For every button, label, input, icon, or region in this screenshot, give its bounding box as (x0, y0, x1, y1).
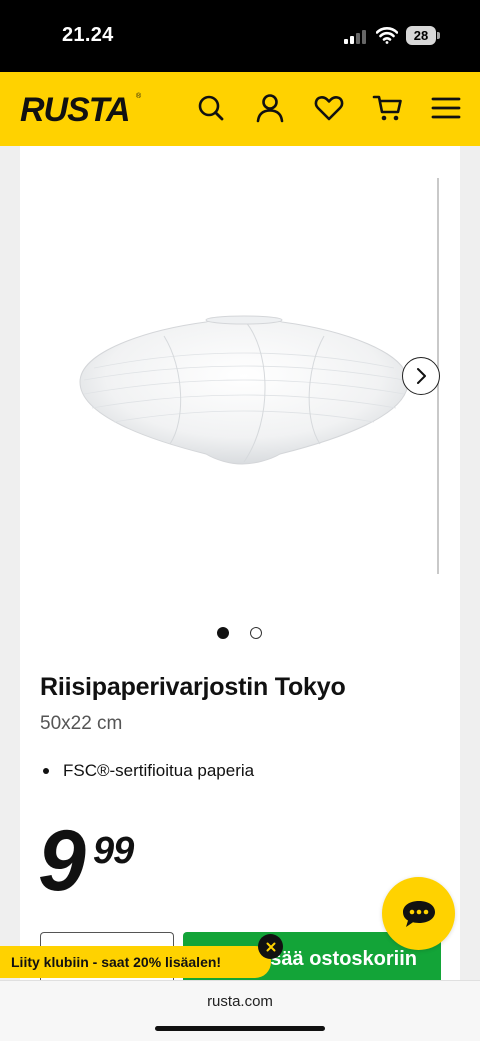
site-header: RUSTA ® (0, 72, 480, 146)
product-size: 50x22 cm (40, 713, 123, 734)
account-icon[interactable] (254, 92, 286, 124)
status-bar: 21.24 28 (0, 0, 480, 72)
battery-level: 28 (413, 28, 429, 43)
status-time: 21.24 (62, 24, 114, 46)
club-promo-text: Liity klubiin - saat 20% lisäalen! (11, 954, 222, 970)
feature-item: FSC®-sertifioitua paperia (63, 761, 255, 780)
chat-bubble-icon (402, 900, 435, 927)
rusta-logo[interactable]: RUSTA (20, 92, 146, 128)
battery-icon: 28 (406, 26, 440, 45)
cart-icon[interactable] (372, 92, 404, 124)
price-integer: 9 (38, 813, 86, 909)
product-image-lamp (74, 308, 414, 472)
gallery-dot-2[interactable] (250, 627, 262, 639)
url-text[interactable]: rusta.com (0, 993, 480, 1010)
chevron-right-icon (417, 368, 426, 384)
browser-address-bar: rusta.com (0, 980, 480, 1041)
chat-button[interactable] (382, 877, 455, 950)
menu-icon[interactable] (430, 92, 462, 124)
price-decimals: 99 (93, 830, 134, 872)
gallery-dot-1[interactable] (217, 627, 229, 639)
product-title: Riisipaperivarjostin Tokyo (40, 673, 346, 701)
close-icon (266, 942, 275, 951)
signal-icon (344, 29, 368, 44)
logo-registered-mark: ® (136, 93, 142, 100)
club-promo-banner[interactable]: Liity klubiin - saat 20% lisäalen! (0, 946, 271, 978)
search-icon[interactable] (195, 92, 227, 124)
wifi-icon (375, 26, 399, 44)
gallery-next-button[interactable] (402, 357, 440, 395)
club-banner-close-button[interactable] (258, 934, 283, 959)
feature-bullet (43, 768, 49, 774)
gallery-pagination (217, 626, 265, 640)
wishlist-heart-icon[interactable] (313, 92, 345, 124)
home-indicator (155, 1026, 325, 1031)
logo-text: RUSTA (20, 91, 131, 129)
